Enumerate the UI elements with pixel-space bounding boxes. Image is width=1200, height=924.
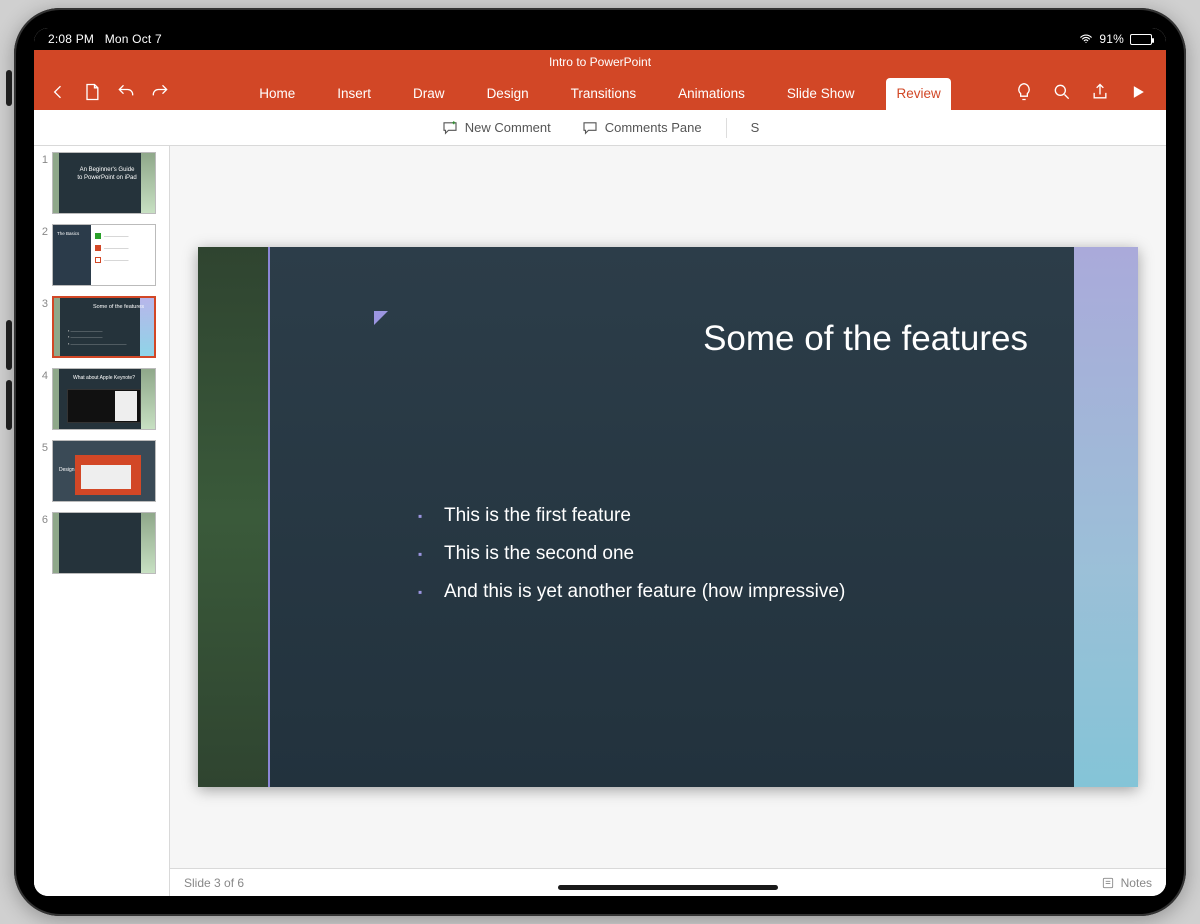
slide-canvas-scroll[interactable]: Some of the features This is the first f… xyxy=(170,146,1166,868)
notes-icon xyxy=(1101,876,1115,890)
thumb-title: Design xyxy=(59,467,75,473)
ribbon-tabs: Home Insert Draw Design Transitions Anim… xyxy=(249,74,950,110)
status-time: 2:08 PM xyxy=(48,32,94,46)
thumbnail-3[interactable]: 3 Some of the features ▪ ————————▪ —————… xyxy=(36,296,165,358)
thumbnail-4[interactable]: 4 What about Apple Keynote? xyxy=(36,368,165,430)
thumb-title: An Beginner's Guide to PowerPoint on iPa… xyxy=(77,167,137,183)
slide-title[interactable]: Some of the features xyxy=(703,319,1028,359)
wifi-icon xyxy=(1079,32,1093,46)
status-bar: 2:08 PM Mon Oct 7 91% xyxy=(34,28,1166,50)
tab-insert[interactable]: Insert xyxy=(327,78,381,110)
editor-body: 1 An Beginner's Guide to PowerPoint on i… xyxy=(34,146,1166,896)
notes-label: Notes xyxy=(1121,876,1152,890)
slide-bullet-list[interactable]: This is the first feature This is the se… xyxy=(418,505,845,619)
redo-button[interactable] xyxy=(150,82,170,102)
battery-icon xyxy=(1130,34,1152,45)
tab-transitions[interactable]: Transitions xyxy=(561,78,647,110)
status-left: 2:08 PM Mon Oct 7 xyxy=(48,32,162,46)
ipad-frame: 2:08 PM Mon Oct 7 91% Intro to PowerPoin… xyxy=(14,8,1186,916)
thumbnail-6[interactable]: 6 xyxy=(36,512,165,574)
slide-accent-left xyxy=(198,247,270,788)
status-footer: Slide 3 of 6 Notes xyxy=(170,868,1166,896)
battery-pct: 91% xyxy=(1099,32,1124,46)
current-slide[interactable]: Some of the features This is the first f… xyxy=(198,247,1138,788)
thumb-title: What about Apple Keynote? xyxy=(53,375,155,381)
search-button[interactable] xyxy=(1052,82,1072,102)
bullet-item[interactable]: This is the first feature xyxy=(418,505,845,527)
bullet-item[interactable]: This is the second one xyxy=(418,543,845,565)
tab-draw[interactable]: Draw xyxy=(403,78,455,110)
review-toolbar: New Comment Comments Pane S xyxy=(34,110,1166,146)
divider xyxy=(726,118,727,138)
review-extra-label: S xyxy=(751,120,760,135)
slide-accent-right xyxy=(1074,247,1138,788)
tab-design[interactable]: Design xyxy=(477,78,539,110)
slide-corner-icon xyxy=(374,311,388,325)
present-button[interactable] xyxy=(1128,82,1148,102)
comment-add-icon xyxy=(441,119,459,137)
review-extra-button[interactable]: S xyxy=(745,116,766,139)
tab-home[interactable]: Home xyxy=(249,78,305,110)
undo-button[interactable] xyxy=(116,82,136,102)
new-comment-label: New Comment xyxy=(465,120,551,135)
tab-review[interactable]: Review xyxy=(886,78,950,110)
screen: 2:08 PM Mon Oct 7 91% Intro to PowerPoin… xyxy=(34,28,1166,896)
thumb-title: Some of the features xyxy=(93,304,144,311)
doc-title: Intro to PowerPoint xyxy=(549,55,651,69)
thumbnail-2[interactable]: 2 The Basics ——————— ——————— ——————— xyxy=(36,224,165,286)
thumbnail-1[interactable]: 1 An Beginner's Guide to PowerPoint on i… xyxy=(36,152,165,214)
thumb-title: The Basics xyxy=(57,231,79,236)
tab-animations[interactable]: Animations xyxy=(668,78,755,110)
share-button[interactable] xyxy=(1090,82,1110,102)
thumbnail-5[interactable]: 5 Design xyxy=(36,440,165,502)
bullet-item[interactable]: And this is yet another feature (how imp… xyxy=(418,581,845,603)
slide-thumbnail-rail[interactable]: 1 An Beginner's Guide to PowerPoint on i… xyxy=(34,146,170,896)
back-button[interactable] xyxy=(48,82,68,102)
tell-me-button[interactable] xyxy=(1014,82,1034,102)
notes-button[interactable]: Notes xyxy=(1101,876,1152,890)
home-indicator[interactable] xyxy=(558,885,778,890)
comments-pane-label: Comments Pane xyxy=(605,120,702,135)
ribbon: Intro to PowerPoint xyxy=(34,50,1166,110)
comment-pane-icon xyxy=(581,119,599,137)
new-comment-button[interactable]: New Comment xyxy=(435,115,557,141)
tab-slideshow[interactable]: Slide Show xyxy=(777,78,865,110)
slide-canvas-area: Some of the features This is the first f… xyxy=(170,146,1166,896)
file-menu-button[interactable] xyxy=(82,82,102,102)
status-date: Mon Oct 7 xyxy=(105,32,162,46)
comments-pane-button[interactable]: Comments Pane xyxy=(575,115,708,141)
slide-counter: Slide 3 of 6 xyxy=(184,876,244,890)
